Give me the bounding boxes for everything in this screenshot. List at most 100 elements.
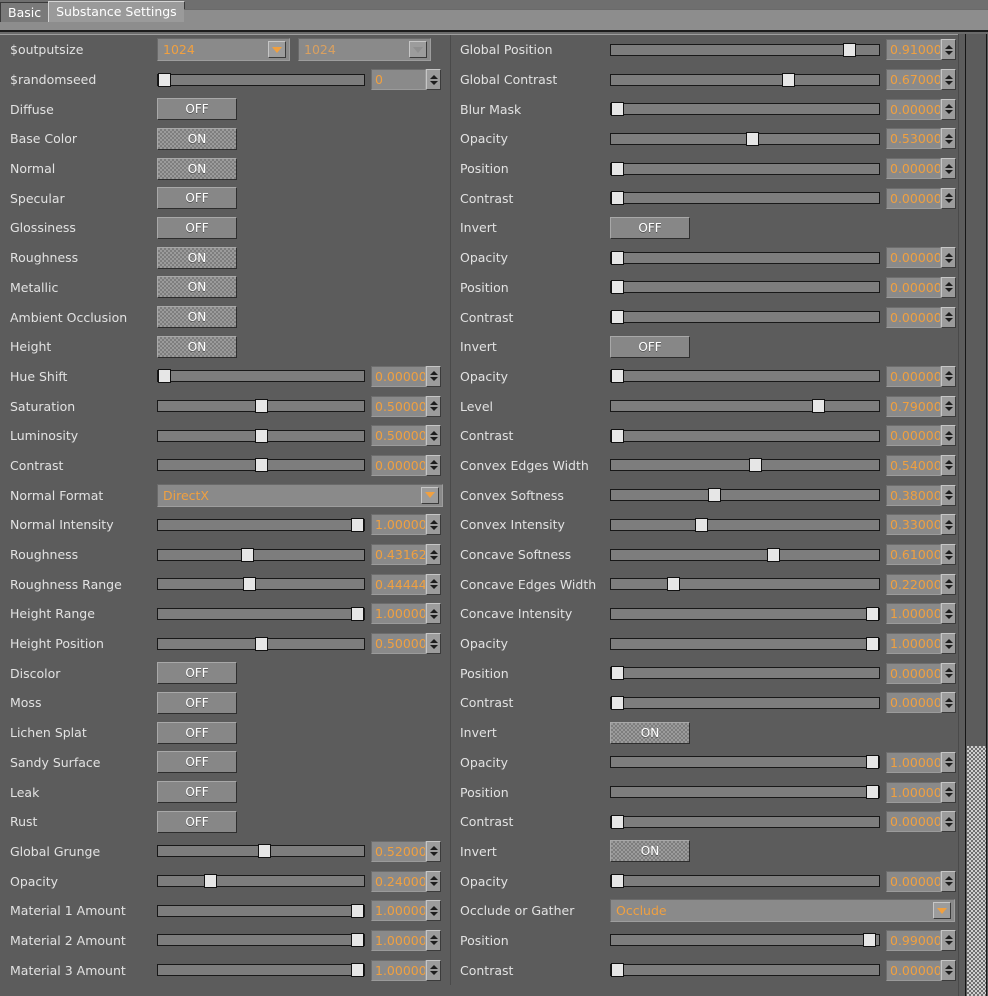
slider-track-height-range[interactable] — [157, 608, 365, 620]
spinner-down-icon[interactable] — [430, 971, 438, 975]
spinner-up-icon[interactable] — [430, 935, 438, 939]
spinner-up-icon[interactable] — [945, 787, 953, 791]
spinner-buttons[interactable] — [426, 366, 441, 387]
chevron-down-icon[interactable] — [409, 41, 427, 58]
slider-handle[interactable] — [351, 933, 364, 947]
spinner-down-icon[interactable] — [945, 585, 953, 589]
spinner-up-icon[interactable] — [430, 401, 438, 405]
slider-track-position[interactable] — [610, 786, 880, 798]
numeric-value-input[interactable]: 0.00000 — [886, 871, 941, 892]
spinner-down-icon[interactable] — [945, 704, 953, 708]
slider-track-saturation[interactable] — [157, 400, 365, 412]
spinner-up-icon[interactable] — [945, 876, 953, 880]
spinner-down-icon[interactable] — [945, 556, 953, 560]
spinner-buttons[interactable] — [426, 841, 441, 862]
slider-track-opacity[interactable] — [610, 133, 880, 145]
slider-track-opacity[interactable] — [610, 756, 880, 768]
slider-track-position[interactable] — [610, 934, 880, 946]
spinner-buttons[interactable] — [426, 900, 441, 921]
chevron-down-icon[interactable] — [933, 902, 951, 919]
slider-track-normal-intensity[interactable] — [157, 519, 365, 531]
numeric-value-input[interactable]: 0.79000 — [886, 396, 941, 417]
slider-handle[interactable] — [258, 844, 271, 858]
slider-track-contrast[interactable] — [610, 816, 880, 828]
slider-handle[interactable] — [863, 933, 876, 947]
slider-handle[interactable] — [611, 102, 624, 116]
spinner-buttons[interactable] — [941, 514, 956, 535]
slider-handle[interactable] — [843, 43, 856, 57]
slider-track-convex-softness[interactable] — [610, 489, 880, 501]
spinner-down-icon[interactable] — [945, 645, 953, 649]
slider-track-contrast[interactable] — [610, 192, 880, 204]
spinner-buttons[interactable] — [941, 692, 956, 713]
spinner-up-icon[interactable] — [945, 104, 953, 108]
spinner-buttons[interactable] — [941, 633, 956, 654]
spinner-down-icon[interactable] — [945, 81, 953, 85]
numeric-value-input[interactable]: 0.00000 — [886, 158, 941, 179]
spinner-down-icon[interactable] — [945, 941, 953, 945]
spinner-buttons[interactable] — [941, 396, 956, 417]
slider-track-concave-softness[interactable] — [610, 549, 880, 561]
spinner-down-icon[interactable] — [945, 110, 953, 114]
slider-handle[interactable] — [255, 429, 268, 443]
slider-handle[interactable] — [351, 963, 364, 977]
spinner-down-icon[interactable] — [430, 407, 438, 411]
spinner-down-icon[interactable] — [945, 971, 953, 975]
spinner-up-icon[interactable] — [945, 490, 953, 494]
slider-handle[interactable] — [611, 162, 624, 176]
scrollbar-track[interactable] — [965, 34, 987, 996]
spinner-down-icon[interactable] — [945, 466, 953, 470]
toggle-button-specular[interactable]: OFF — [157, 187, 237, 209]
spinner-buttons[interactable] — [941, 960, 956, 981]
slider-track-global-position[interactable] — [610, 44, 880, 56]
spinner-down-icon[interactable] — [430, 912, 438, 916]
slider-handle[interactable] — [749, 458, 762, 472]
numeric-value-input[interactable]: 1.00000 — [886, 603, 941, 624]
spinner-down-icon[interactable] — [945, 259, 953, 263]
slider-handle[interactable] — [782, 73, 795, 87]
scrollbar-thumb[interactable] — [967, 746, 986, 996]
spinner-buttons[interactable] — [941, 307, 956, 328]
numeric-value-input[interactable]: 1.00000 — [371, 900, 426, 921]
slider-track-concave-edges-width[interactable] — [610, 578, 880, 590]
slider-track-position[interactable] — [610, 281, 880, 293]
numeric-value-input[interactable]: 0.00000 — [886, 960, 941, 981]
slider-handle[interactable] — [611, 280, 624, 294]
spinner-up-icon[interactable] — [430, 460, 438, 464]
toggle-button-invert[interactable]: OFF — [610, 336, 690, 358]
slider-handle[interactable] — [746, 132, 759, 146]
spinner-buttons[interactable] — [426, 514, 441, 535]
spinner-buttons[interactable] — [941, 277, 956, 298]
spinner-buttons[interactable] — [941, 811, 956, 832]
spinner-down-icon[interactable] — [430, 466, 438, 470]
spinner-buttons[interactable] — [941, 782, 956, 803]
spinner-buttons[interactable] — [941, 366, 956, 387]
spinner-down-icon[interactable] — [945, 318, 953, 322]
spinner-up-icon[interactable] — [945, 935, 953, 939]
slider-handle[interactable] — [351, 904, 364, 918]
slider-handle[interactable] — [767, 548, 780, 562]
spinner-buttons[interactable] — [941, 574, 956, 595]
spinner-up-icon[interactable] — [430, 639, 438, 643]
spinner-down-icon[interactable] — [945, 140, 953, 144]
slider-handle[interactable] — [611, 429, 624, 443]
slider-track-opacity[interactable] — [157, 875, 365, 887]
spinner-buttons[interactable] — [426, 633, 441, 654]
spinner-down-icon[interactable] — [430, 852, 438, 856]
spinner-up-icon[interactable] — [430, 431, 438, 435]
spinner-buttons[interactable] — [426, 396, 441, 417]
spinner-up-icon[interactable] — [945, 757, 953, 761]
dropdown-select[interactable]: 1024 — [157, 38, 290, 61]
slider-handle[interactable] — [611, 310, 624, 324]
slider-handle[interactable] — [695, 518, 708, 532]
numeric-value-input[interactable]: 0.50000 — [371, 633, 426, 654]
toggle-button-invert[interactable]: ON — [610, 840, 690, 862]
spinner-up-icon[interactable] — [945, 371, 953, 375]
spinner-up-icon[interactable] — [430, 965, 438, 969]
numeric-value-input[interactable]: 1.00000 — [886, 633, 941, 654]
spinner-buttons[interactable] — [941, 752, 956, 773]
toggle-button-moss[interactable]: OFF — [157, 692, 237, 714]
spinner-down-icon[interactable] — [430, 882, 438, 886]
spinner-down-icon[interactable] — [945, 170, 953, 174]
slider-track-level[interactable] — [610, 400, 880, 412]
